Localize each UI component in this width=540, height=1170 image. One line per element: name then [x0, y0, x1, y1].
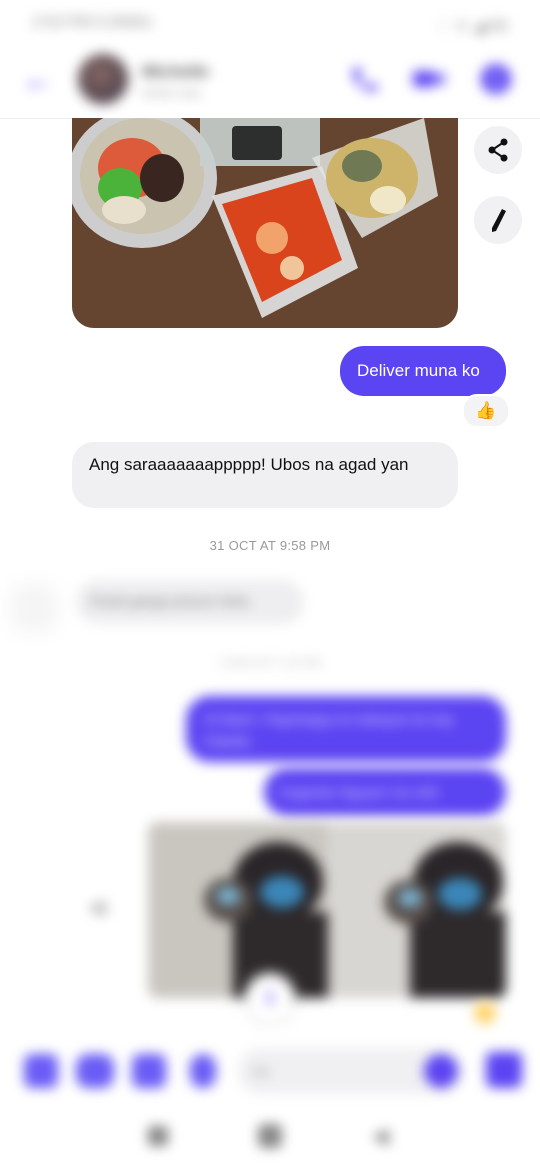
- outgoing-message[interactable]: Kagandu Nguyen mo ahh: [264, 768, 506, 816]
- message-input-placeholder: Aa: [252, 1063, 270, 1079]
- outgoing-message[interactable]: Hi Mam!. Papamigay ko kabayan ko kay Fab…: [186, 696, 506, 762]
- recent-apps-icon[interactable]: [148, 1126, 168, 1146]
- system-nav-bar: ◀: [0, 1106, 540, 1170]
- microphone-icon[interactable]: [190, 1054, 216, 1088]
- message-text: Hi Mam!. Papamigay ko kabayan ko kay Fab…: [204, 711, 454, 749]
- sender-avatar[interactable]: [14, 588, 54, 628]
- reaction-emoji[interactable]: [474, 1002, 496, 1024]
- menu-grid-icon[interactable]: [24, 1054, 58, 1088]
- share-button[interactable]: [474, 126, 522, 174]
- info-icon[interactable]: [478, 62, 514, 96]
- message-text: Ang saraaaaaaappppp! Ubos na agad yan: [89, 455, 409, 474]
- incoming-message[interactable]: Ang saraaaaaaappppp! Ubos na agad yan: [72, 442, 458, 508]
- share-icon[interactable]: ⪦: [90, 890, 126, 930]
- outgoing-message[interactable]: Deliver muna ko: [340, 346, 506, 396]
- message-text: Pandi ganga picture hehe: [90, 593, 250, 609]
- nav-back-icon[interactable]: ◀: [372, 1125, 392, 1147]
- incoming-message[interactable]: Pandi ganga picture hehe: [76, 580, 304, 624]
- scroll-down-button[interactable]: ⇓: [246, 974, 294, 1022]
- timestamp: 31 OCT AT 9:58 PM: [209, 538, 331, 553]
- camera-icon[interactable]: [76, 1054, 114, 1088]
- thumbs-up-icon[interactable]: [486, 1052, 522, 1088]
- chat-header: ← Michelle Active now: [0, 0, 540, 118]
- photo-message[interactable]: [148, 822, 506, 998]
- emoji-icon[interactable]: [424, 1054, 458, 1088]
- thumbs-up-reaction[interactable]: 👍: [462, 394, 510, 428]
- edit-button[interactable]: [474, 196, 522, 244]
- pencil-icon: [492, 209, 506, 232]
- composer: Aa: [0, 1036, 540, 1106]
- food-photo[interactable]: [72, 118, 458, 328]
- message-text: Kagandu Nguyen mo ahh: [280, 784, 439, 800]
- avatar[interactable]: [78, 54, 128, 104]
- phone-icon[interactable]: [346, 62, 382, 96]
- share-icon: [488, 138, 508, 162]
- home-icon[interactable]: [258, 1124, 282, 1148]
- message-text: Deliver muna ko: [357, 361, 480, 380]
- timestamp: 2 NOV AT 7:14 PM: [219, 656, 321, 670]
- contact-status: Active now: [142, 86, 201, 100]
- gallery-icon[interactable]: [132, 1054, 166, 1088]
- contact-name[interactable]: Michelle: [142, 62, 209, 82]
- back-arrow-icon[interactable]: ←: [22, 63, 54, 95]
- video-call-icon[interactable]: [410, 62, 446, 96]
